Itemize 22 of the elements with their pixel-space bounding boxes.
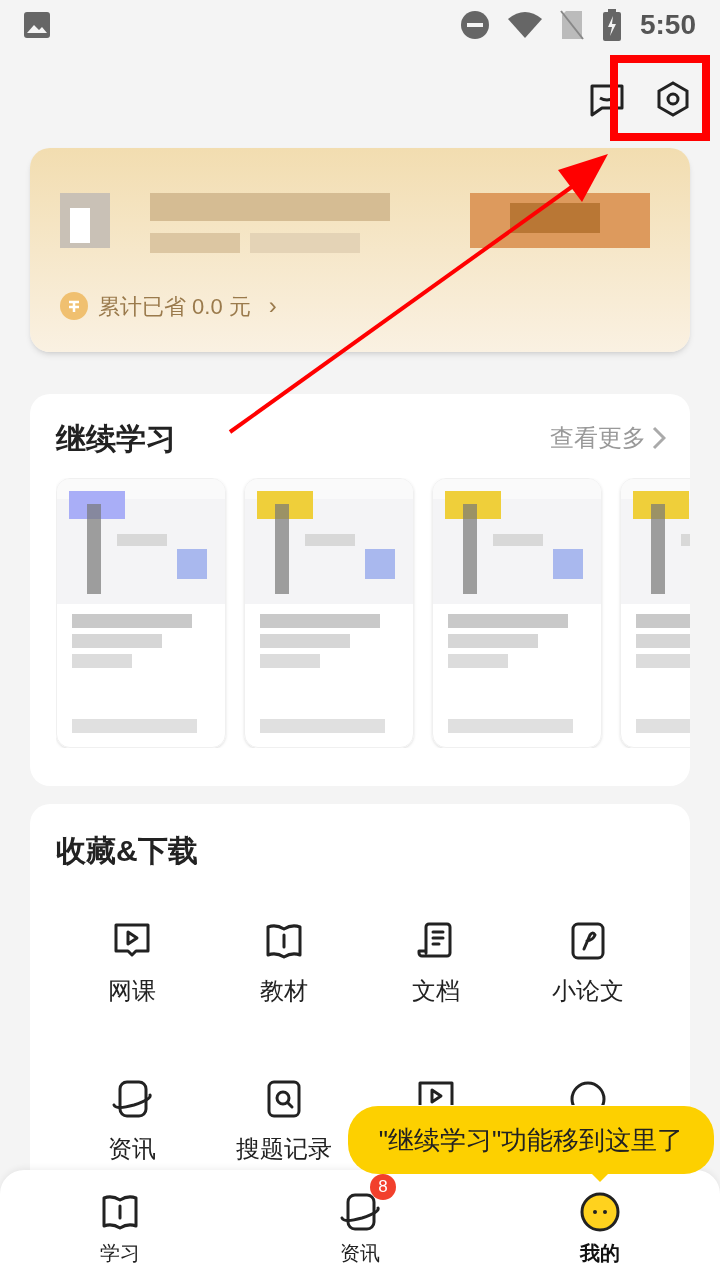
savings-text: 累计已省 0.0 元 (98, 292, 251, 321)
favorite-item[interactable]: 文档 (360, 917, 512, 1005)
tooltip-tail-icon (590, 1172, 610, 1182)
favorite-item[interactable]: 资讯 (56, 1075, 208, 1163)
chevron-icon (652, 426, 666, 450)
status-time: 5:50 (639, 8, 696, 42)
section-title: 继续学习 (56, 420, 176, 457)
favorite-item[interactable]: 小论文 (512, 917, 664, 1005)
badge: 8 (370, 1174, 396, 1200)
tooltip: "继续学习"功能移到这里了 (348, 1106, 714, 1174)
membership-banner[interactable]: 累计已省 0.0 元 › (30, 148, 690, 352)
favorite-item[interactable]: 网课 (56, 917, 208, 1005)
nav-tab[interactable]: 学习 (0, 1170, 240, 1280)
wifi-icon (507, 12, 542, 38)
battery-icon (601, 9, 622, 41)
chevron-icon: › (268, 288, 277, 324)
coin-icon (60, 292, 88, 320)
no-sim-icon (559, 10, 584, 40)
do-not-disturb-icon (459, 10, 490, 40)
favorite-item[interactable]: 教材 (208, 917, 360, 1005)
image-icon (24, 12, 50, 38)
section-title: 收藏&下载 (56, 833, 199, 869)
